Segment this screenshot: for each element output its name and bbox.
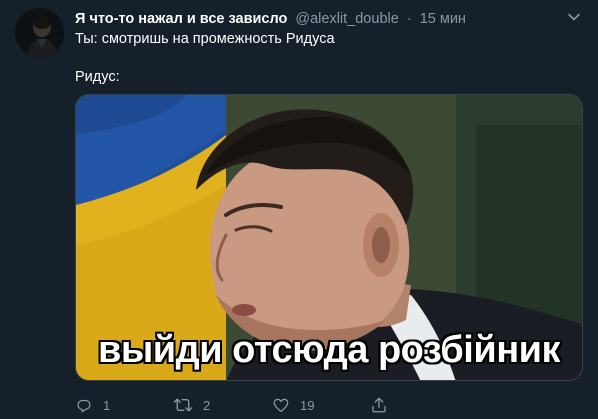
tweet-media-image[interactable]: выйди отсюда розбійник <box>75 94 583 381</box>
chevron-down-icon[interactable] <box>566 9 582 25</box>
like-count: 19 <box>300 397 315 413</box>
reply-count: 1 <box>103 397 111 413</box>
retweet-icon <box>173 396 193 414</box>
user-handle[interactable]: @alexlit_double <box>295 11 398 27</box>
separator-dot: · <box>406 11 412 27</box>
display-name[interactable]: Я что-то нажал и все зависло <box>75 11 287 27</box>
heart-icon <box>272 396 290 414</box>
media-caption: выйди отсюда розбійник <box>97 329 561 371</box>
retweet-button[interactable]: 2 <box>173 394 210 416</box>
retweet-count: 2 <box>203 397 211 413</box>
like-button[interactable]: 19 <box>272 394 314 416</box>
tweet-text: Ты: смотришь на промежность Ридуса Ридус… <box>75 30 578 87</box>
tweet-actions: 1 2 19 <box>75 394 515 416</box>
reply-button[interactable]: 1 <box>75 394 110 416</box>
share-button[interactable] <box>370 394 388 416</box>
timestamp[interactable]: 15 мин <box>420 11 466 27</box>
tweet-header: Я что-то нажал и все зависло @alexlit_do… <box>75 9 588 29</box>
tweet-text-line: Ридус: <box>75 69 120 85</box>
share-icon <box>370 396 388 414</box>
avatar[interactable] <box>15 8 64 57</box>
tweet-text-line: Ты: смотришь на промежность Ридуса <box>75 31 335 47</box>
tweet[interactable]: Я что-то нажал и все зависло @alexlit_do… <box>0 0 598 419</box>
reply-icon <box>75 396 93 414</box>
